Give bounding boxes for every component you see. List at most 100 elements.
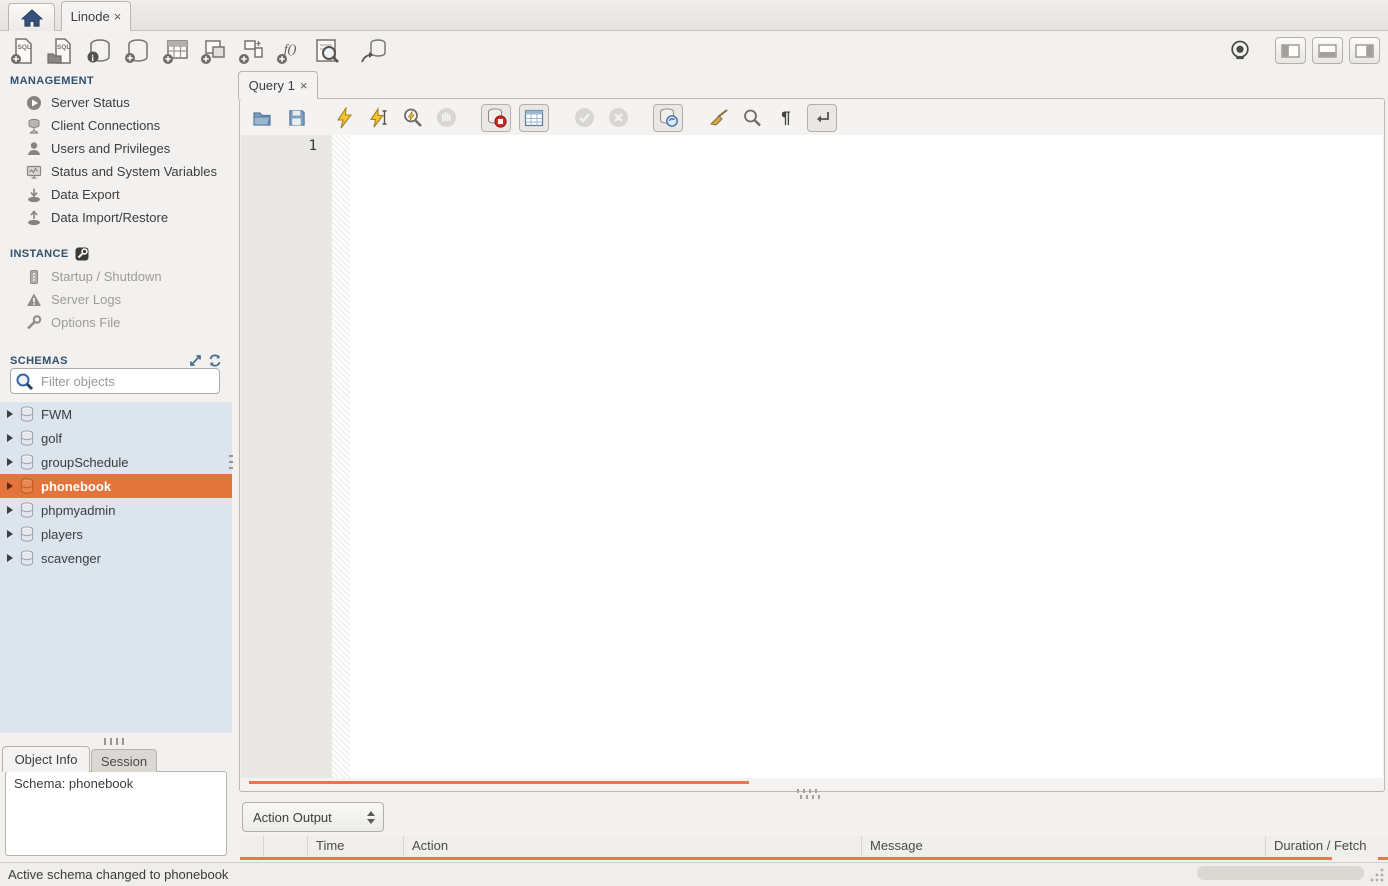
new-sql-tab-icon[interactable]: SQL — [8, 36, 38, 66]
management-section-title: MANAGEMENT — [0, 75, 232, 87]
expander-icon[interactable] — [7, 434, 13, 442]
open-sql-script-icon[interactable]: SQL — [46, 36, 76, 66]
expander-icon[interactable] — [7, 482, 13, 490]
sidebar-item-startup-shutdown[interactable]: Startup / Shutdown — [0, 265, 232, 288]
tab-query-1[interactable]: Query 1 × — [238, 71, 318, 99]
sidebar-item-server-status[interactable]: Server Status — [0, 91, 232, 114]
sidebar-item-server-logs[interactable]: Server Logs — [0, 288, 232, 311]
output-splitter-grip[interactable] — [797, 789, 819, 793]
create-schema-icon[interactable] — [122, 36, 152, 66]
close-icon[interactable]: × — [300, 79, 308, 92]
status-text: Active schema changed to phonebook — [8, 867, 228, 882]
refresh-schemas-icon[interactable] — [208, 354, 222, 367]
sidebar-splitter-grip[interactable] — [229, 455, 233, 473]
sidebar-item-users-privileges[interactable]: Users and Privileges — [0, 137, 232, 160]
open-file-button[interactable] — [249, 105, 275, 131]
status-bar: Active schema changed to phonebook — [0, 862, 1388, 886]
sidebar-item-client-connections[interactable]: Client Connections — [0, 114, 232, 137]
word-wrap-icon — [813, 110, 831, 126]
rollback-x-icon — [608, 107, 629, 128]
info-panel-splitter-grip[interactable] — [104, 738, 128, 745]
output-col-duration[interactable]: Duration / Fetch — [1266, 836, 1388, 857]
right-panel-icon — [1355, 44, 1374, 58]
expander-icon[interactable] — [7, 506, 13, 514]
item-label: Server Status — [51, 95, 130, 110]
home-tab[interactable] — [8, 3, 55, 31]
expander-icon[interactable] — [7, 554, 13, 562]
schema-row-phpmyadmin[interactable]: phpmyadmin — [0, 498, 232, 522]
sql-code-area[interactable] — [350, 135, 1383, 778]
status-variables-icon — [26, 164, 42, 180]
tab-label: Session — [101, 754, 147, 769]
window-resize-grip[interactable] — [1369, 867, 1385, 883]
schema-icon — [20, 454, 34, 470]
output-col-index[interactable] — [264, 836, 308, 857]
toggle-left-sidebar-button[interactable] — [1275, 37, 1306, 64]
toggle-stop-on-error-button[interactable] — [481, 104, 511, 132]
filter-objects-input[interactable] — [10, 368, 220, 394]
output-col-status[interactable] — [238, 836, 264, 857]
tab-object-info[interactable]: Object Info — [2, 746, 90, 772]
toggle-invisible-chars-button[interactable]: ¶ — [773, 105, 799, 131]
sidebar-item-data-export[interactable]: Data Export — [0, 183, 232, 206]
toggle-bottom-panel-button[interactable] — [1312, 37, 1343, 64]
toggle-word-wrap-button[interactable] — [807, 104, 837, 132]
inspect-database-icon[interactable]: i — [84, 36, 114, 66]
sidebar-item-options-file[interactable]: Options File — [0, 311, 232, 334]
schema-row-players[interactable]: players — [0, 522, 232, 546]
toggle-autocommit-button[interactable] — [653, 104, 683, 132]
toggle-limit-rows-button[interactable] — [519, 104, 549, 132]
stepper-icon[interactable] — [367, 811, 375, 824]
execute-current-statement-button[interactable] — [365, 105, 391, 131]
expand-schemas-icon[interactable] — [189, 354, 202, 367]
output-selector[interactable]: Action Output — [242, 802, 384, 832]
search-table-data-icon[interactable] — [312, 36, 342, 66]
schema-label: players — [41, 527, 83, 542]
tab-session[interactable]: Session — [91, 749, 157, 772]
main-toolbar: SQL SQL i — [0, 31, 1388, 70]
output-splitter-grip-2[interactable] — [800, 795, 822, 799]
output-col-message[interactable]: Message — [862, 836, 1266, 857]
schemas-section-title: SCHEMAS — [0, 354, 232, 367]
connection-tab-linode[interactable]: Linode × — [61, 1, 131, 31]
schema-row-groupschedule[interactable]: groupSchedule — [0, 450, 232, 474]
create-function-icon[interactable]: f() — [274, 36, 304, 66]
connection-tab-bar: Linode × — [0, 0, 1388, 31]
svg-text:SQL: SQL — [18, 44, 31, 51]
beautify-button[interactable] — [705, 105, 731, 131]
stop-query-button[interactable] — [433, 105, 459, 131]
line-number: 1 — [309, 138, 317, 154]
create-procedure-icon[interactable] — [236, 36, 266, 66]
schema-row-phonebook-selected[interactable]: phonebook — [0, 474, 232, 498]
alert-icon[interactable] — [1227, 38, 1253, 64]
open-folder-icon — [252, 108, 272, 128]
sidebar-item-status-system-variables[interactable]: Status and System Variables — [0, 160, 232, 183]
output-col-time[interactable]: Time — [308, 836, 404, 857]
save-icon — [287, 108, 306, 127]
create-view-icon[interactable] — [198, 36, 228, 66]
find-button[interactable] — [739, 105, 765, 131]
horizontal-scrollbar-thumb[interactable] — [1197, 866, 1364, 880]
toggle-right-sidebar-button[interactable] — [1349, 37, 1380, 64]
sidebar-item-data-import-restore[interactable]: Data Import/Restore — [0, 206, 232, 229]
explain-button[interactable] — [399, 105, 425, 131]
schema-icon — [20, 550, 34, 566]
commit-button[interactable] — [571, 105, 597, 131]
reconnect-dbms-icon[interactable] — [358, 36, 388, 66]
expander-icon[interactable] — [7, 410, 13, 418]
save-script-button[interactable] — [283, 105, 309, 131]
output-col-action[interactable]: Action — [404, 836, 862, 857]
schema-icon — [20, 526, 34, 542]
schema-filter — [10, 368, 220, 394]
close-icon[interactable]: × — [114, 10, 122, 23]
schema-row-fwm[interactable]: FWM — [0, 402, 232, 426]
schema-row-scavenger[interactable]: scavenger — [0, 546, 232, 570]
expander-icon[interactable] — [7, 458, 13, 466]
schema-row-golf[interactable]: golf — [0, 426, 232, 450]
expander-icon[interactable] — [7, 530, 13, 538]
create-table-icon[interactable] — [160, 36, 190, 66]
schema-icon — [20, 430, 34, 446]
execute-button[interactable] — [331, 105, 357, 131]
tab-label: Object Info — [15, 752, 78, 767]
rollback-button[interactable] — [605, 105, 631, 131]
